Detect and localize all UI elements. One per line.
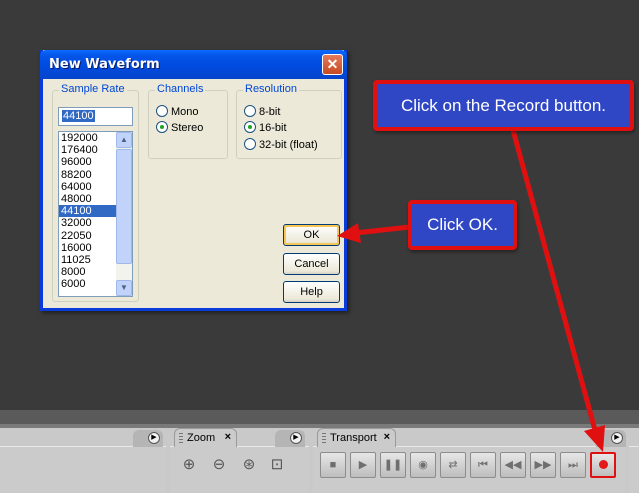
- list-item-selected[interactable]: 44100: [59, 205, 117, 218]
- list-item[interactable]: 6000: [59, 278, 117, 290]
- dialog-title: New Waveform: [49, 57, 160, 72]
- play-icon[interactable]: ▶: [350, 452, 376, 478]
- list-item[interactable]: 48000: [59, 193, 117, 205]
- radio-icon[interactable]: [244, 138, 256, 150]
- list-scrollbar[interactable]: ▲ ▼: [116, 132, 132, 296]
- close-button[interactable]: ✕: [322, 54, 343, 75]
- scroll-up-icon[interactable]: ▲: [116, 132, 132, 148]
- zoom-selection-icon[interactable]: ⊛: [240, 456, 258, 474]
- scroll-thumb[interactable]: [116, 149, 132, 264]
- record-icon: [598, 460, 608, 469]
- panel-menu-tab[interactable]: ▶: [596, 430, 626, 447]
- play-cursor-icon[interactable]: ◉: [410, 452, 436, 478]
- list-item[interactable]: 176400: [59, 144, 117, 156]
- panel-menu-icon[interactable]: ▶: [611, 432, 623, 444]
- channels-group: Channels Mono Stereo: [148, 83, 228, 159]
- zoom-out-icon[interactable]: ⊖: [210, 456, 228, 474]
- tab-transport-label: Transport: [330, 432, 377, 444]
- loop-icon[interactable]: ⇄: [440, 452, 466, 478]
- radio-8bit[interactable]: 8-bit: [244, 105, 280, 119]
- dialog-titlebar[interactable]: New Waveform ✕: [40, 50, 347, 79]
- panel-menu-icon[interactable]: ▶: [290, 432, 302, 444]
- tab-zoom-label: Zoom: [187, 432, 216, 444]
- callout-record: Click on the Record button.: [373, 80, 634, 131]
- sample-rate-input[interactable]: 44100: [58, 107, 133, 126]
- radio-icon[interactable]: [244, 105, 256, 117]
- go-to-start-icon[interactable]: ⏮: [470, 452, 496, 478]
- channels-label: Channels: [155, 83, 206, 95]
- resolution-label: Resolution: [243, 83, 299, 95]
- help-button[interactable]: Help: [283, 281, 340, 303]
- panel-right: [629, 446, 639, 493]
- sample-rate-group: Sample Rate 44100 192000 176400 96000 88…: [52, 83, 139, 302]
- zoom-fit-icon[interactable]: ⊡: [268, 456, 286, 474]
- stop-icon[interactable]: ■: [320, 452, 346, 478]
- list-item[interactable]: 192000: [59, 132, 117, 144]
- record-button[interactable]: [590, 452, 616, 478]
- cancel-button[interactable]: Cancel: [283, 253, 340, 275]
- panel-left: [0, 446, 166, 493]
- list-item[interactable]: 11025: [59, 254, 117, 266]
- grip-icon[interactable]: [322, 433, 326, 443]
- new-waveform-dialog: New Waveform ✕ Sample Rate 44100 192000 …: [40, 50, 347, 311]
- callout-ok: Click OK.: [408, 200, 517, 250]
- radio-label-stereo: Stereo: [171, 122, 204, 134]
- sample-rate-label: Sample Rate: [59, 83, 127, 95]
- radio-16bit[interactable]: 16-bit: [244, 121, 287, 135]
- fast-forward-icon[interactable]: ▶▶: [530, 452, 556, 478]
- list-item[interactable]: 8000: [59, 266, 117, 278]
- list-item[interactable]: 32000: [59, 217, 117, 229]
- list-item[interactable]: 16000: [59, 242, 117, 254]
- rewind-icon[interactable]: ◀◀: [500, 452, 526, 478]
- radio-stereo[interactable]: Stereo: [156, 121, 203, 135]
- sample-rate-value: 44100: [62, 110, 95, 122]
- radio-icon[interactable]: [156, 105, 168, 117]
- tab-zoom[interactable]: Zoom ×: [174, 428, 237, 447]
- list-item[interactable]: 22050: [59, 230, 117, 242]
- radio-label-16bit: 16-bit: [259, 122, 287, 134]
- resolution-group: Resolution 8-bit 16-bit 32-bit (float): [236, 83, 342, 159]
- scroll-down-icon[interactable]: ▼: [116, 280, 132, 296]
- radio-label-8bit: 8-bit: [259, 106, 281, 118]
- list-item[interactable]: 64000: [59, 181, 117, 193]
- pause-icon[interactable]: ❚❚: [380, 452, 406, 478]
- radio-32bit[interactable]: 32-bit (float): [244, 138, 318, 152]
- close-icon[interactable]: ×: [384, 431, 390, 443]
- ok-button[interactable]: OK: [283, 224, 340, 246]
- panel-menu-tab[interactable]: ▶: [275, 430, 305, 447]
- panel-menu-tab[interactable]: ▶: [133, 430, 163, 447]
- radio-mono[interactable]: Mono: [156, 105, 199, 119]
- radio-label-mono: Mono: [171, 106, 199, 118]
- radio-checked-icon[interactable]: [156, 121, 168, 133]
- panel-menu-icon[interactable]: ▶: [148, 432, 160, 444]
- radio-checked-icon[interactable]: [244, 121, 256, 133]
- close-icon[interactable]: ×: [225, 431, 231, 443]
- sample-rate-list[interactable]: 192000 176400 96000 88200 64000 48000 44…: [58, 131, 133, 297]
- zoom-in-icon[interactable]: ⊕: [180, 456, 198, 474]
- radio-label-32bit: 32-bit (float): [259, 139, 318, 151]
- tab-transport[interactable]: Transport ×: [317, 428, 396, 447]
- list-item[interactable]: 88200: [59, 169, 117, 181]
- grip-icon[interactable]: [179, 433, 183, 443]
- list-item[interactable]: 96000: [59, 156, 117, 168]
- go-to-end-icon[interactable]: ⏭: [560, 452, 586, 478]
